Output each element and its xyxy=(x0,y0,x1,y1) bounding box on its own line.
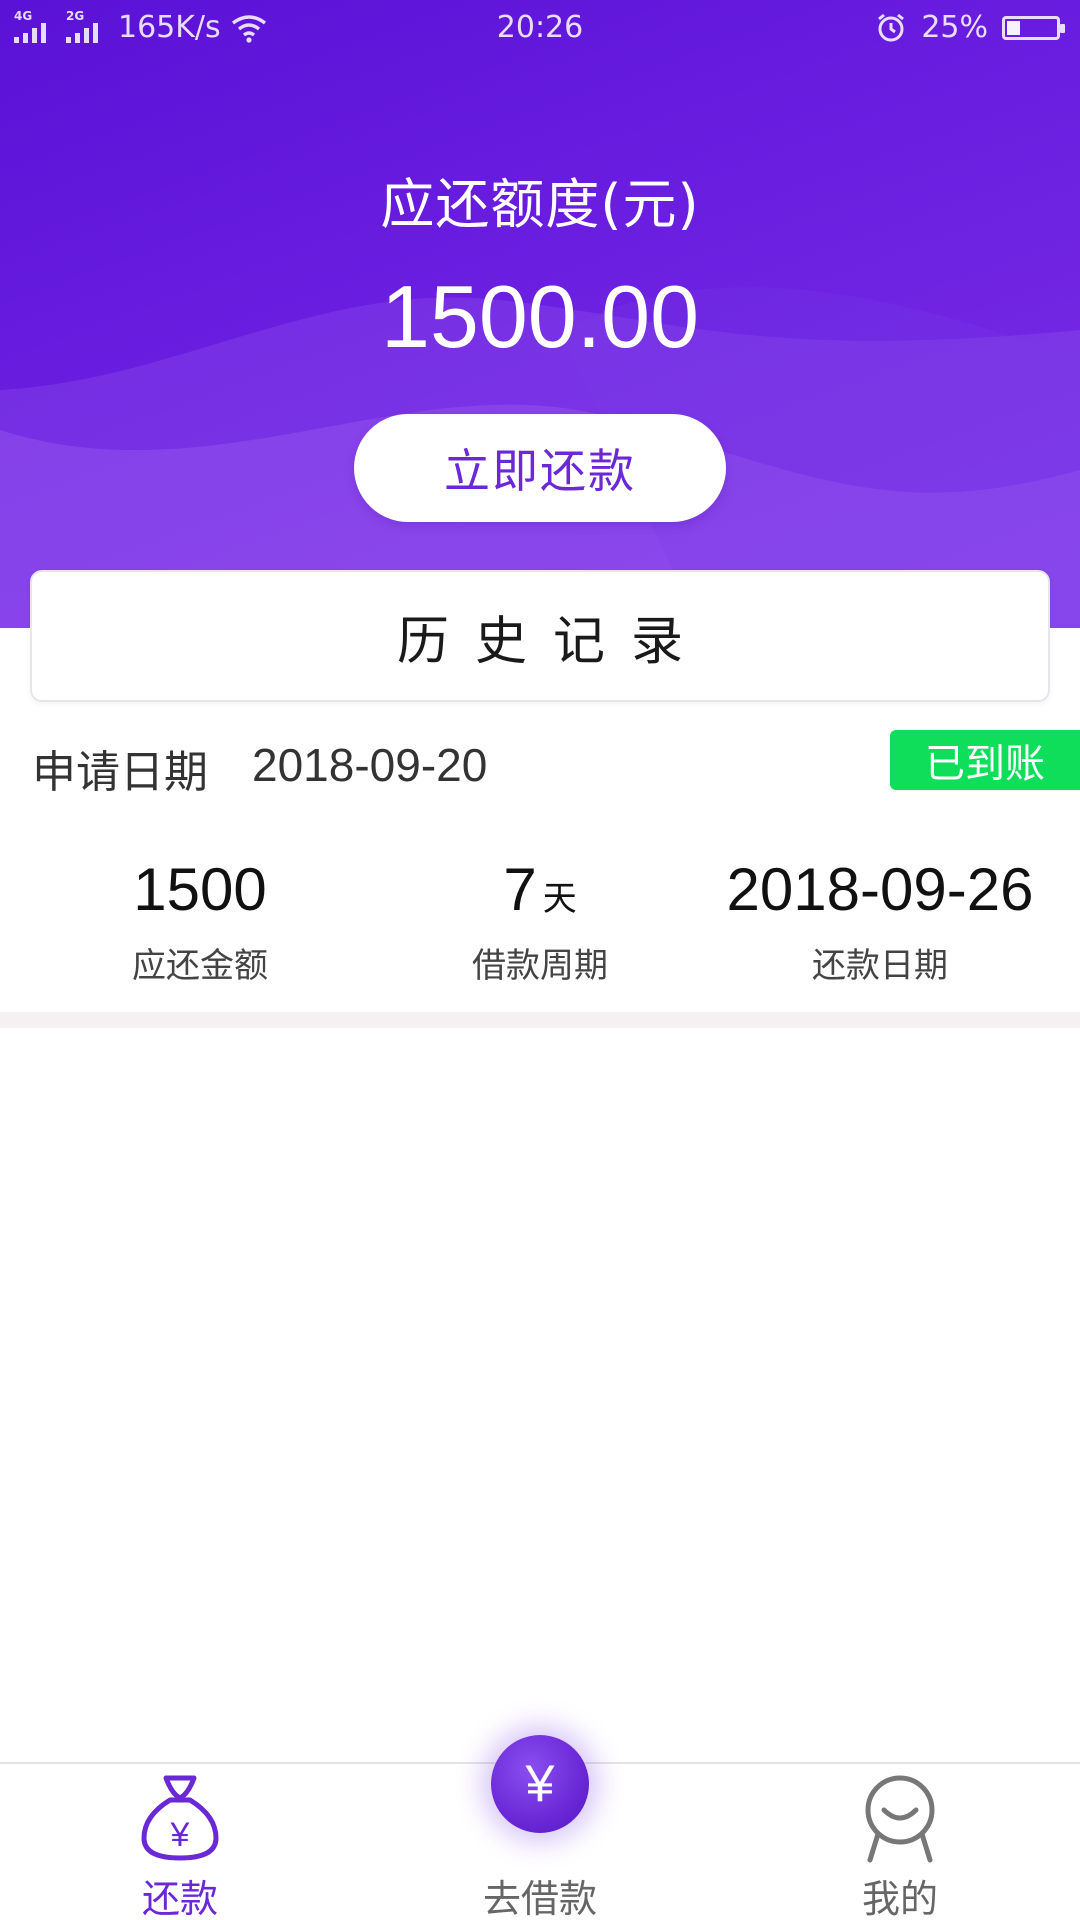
status-bar: 4G 2G 165K/s 20:26 25% xyxy=(0,0,1080,58)
profile-icon xyxy=(865,1775,935,1863)
stat-label: 借款周期 xyxy=(472,946,608,986)
application-row: 申请日期 2018-09-20 已到账 xyxy=(32,730,1080,800)
stat-value: 1500 xyxy=(133,856,267,923)
stat-repay-date: 2018-09-26 还款日期 xyxy=(700,856,1060,987)
alarm-icon xyxy=(878,13,905,41)
apply-date-value: 2018-09-20 xyxy=(252,739,488,791)
tab-label: 还款 xyxy=(141,1877,218,1920)
battery-level xyxy=(1007,20,1020,35)
header-banner: 4G 2G 165K/s 20:26 25% 应还额度(元) 1500.00 立… xyxy=(0,0,1080,628)
tab-repay[interactable]: ¥ 还款 xyxy=(0,1764,360,1920)
due-amount-value: 1500.00 xyxy=(380,267,700,366)
svg-text:¥: ¥ xyxy=(170,1816,190,1854)
apply-date-label: 申请日期 xyxy=(32,747,208,798)
battery-percent: 25% xyxy=(921,10,988,45)
loan-stats: 1500 应还金额 7天 借款周期 2018-09-26 还款日期 xyxy=(0,856,1080,986)
stat-label: 应还金额 xyxy=(132,946,268,986)
stat-amount-due: 1500 应还金额 xyxy=(20,856,380,987)
stat-value: 7天 xyxy=(503,856,577,923)
tab-label: 去借款 xyxy=(482,1877,597,1920)
tab-label: 我的 xyxy=(861,1877,938,1920)
stat-unit: 天 xyxy=(542,879,577,919)
stat-label: 还款日期 xyxy=(812,946,948,986)
history-records-card[interactable]: 历史记录 xyxy=(30,570,1050,702)
battery-icon xyxy=(1002,15,1065,40)
due-amount-label: 应还额度(元) xyxy=(380,173,700,236)
repay-now-button[interactable]: 立即还款 xyxy=(354,414,726,522)
tab-mine[interactable]: 我的 xyxy=(720,1764,1080,1920)
section-divider xyxy=(0,1012,1080,1028)
status-badge: 已到账 xyxy=(890,730,1080,790)
stat-loan-period: 7天 借款周期 xyxy=(360,856,720,987)
history-title: 历史记录 xyxy=(396,611,709,672)
money-bag-icon: ¥ xyxy=(141,1775,219,1861)
yuan-coin-icon[interactable]: ¥ xyxy=(491,1735,589,1833)
stat-value: 2018-09-26 xyxy=(726,856,1034,923)
